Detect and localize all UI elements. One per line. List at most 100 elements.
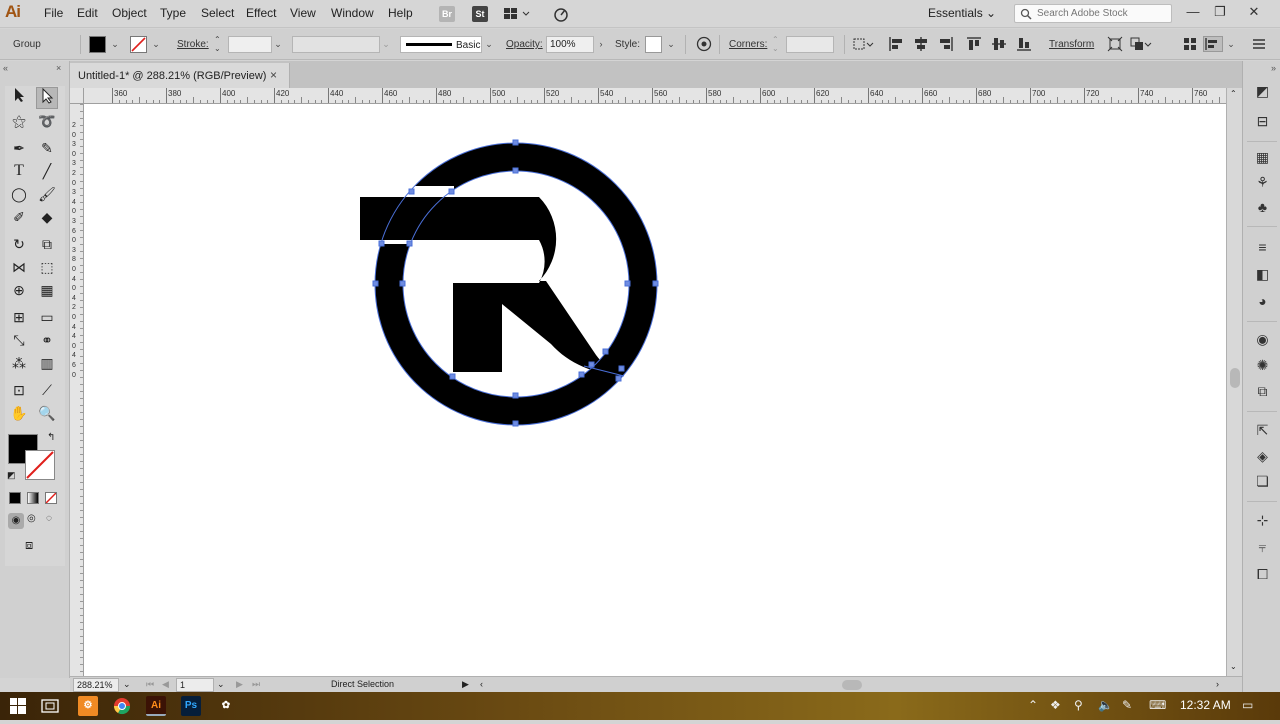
menu-window[interactable]: Window <box>331 6 374 20</box>
fill-dropdown[interactable]: ⌄ <box>109 36 121 53</box>
column-graph-tool-icon[interactable]: ▥ <box>36 352 58 374</box>
vertical-scroll-thumb[interactable] <box>1230 368 1240 388</box>
previous-artboard-icon[interactable]: ◀ <box>162 679 169 690</box>
document-tab[interactable]: Untitled-1* @ 288.21% (RGB/Preview) × <box>70 63 290 88</box>
stroke-stepper[interactable]: ⌃⌄ <box>214 35 221 53</box>
stroke-panel-icon[interactable]: ≡ <box>1254 239 1271 256</box>
artboard-canvas[interactable] <box>84 104 1226 676</box>
shaper-tool-icon[interactable]: ✐ <box>8 206 30 228</box>
perspective-grid-tool-icon[interactable]: ▦ <box>36 279 58 301</box>
variable-width-field[interactable] <box>292 36 380 53</box>
close-icon[interactable]: × <box>270 68 277 82</box>
recolor-artwork-icon[interactable] <box>696 36 712 52</box>
menu-type[interactable]: Type <box>160 6 186 20</box>
type-tool-icon[interactable]: T <box>8 160 30 182</box>
align-left-icon[interactable] <box>888 36 904 52</box>
fill-swatch[interactable] <box>89 36 106 53</box>
swatches-icon[interactable]: ▦ <box>1254 149 1271 166</box>
task-view-icon[interactable] <box>41 698 59 714</box>
stock-button[interactable]: St <box>472 6 488 22</box>
last-artboard-icon[interactable]: ⏭ <box>252 679 260 690</box>
direct-selection-tool-icon[interactable] <box>36 87 58 109</box>
first-artboard-icon[interactable]: ⏮ <box>146 679 154 690</box>
ruler-origin[interactable] <box>70 88 84 104</box>
brushes-icon[interactable]: ⚘ <box>1254 174 1271 191</box>
menu-edit[interactable]: Edit <box>77 6 98 20</box>
notifications-icon[interactable]: ▭ <box>1242 698 1253 712</box>
stroke-label[interactable]: Stroke: <box>177 39 209 50</box>
artboard-dropdown-icon[interactable]: ⌄ <box>217 679 225 690</box>
transform-link[interactable]: Transform <box>1049 39 1094 50</box>
minimize-button[interactable]: — <box>1183 3 1203 21</box>
artboard-number-field[interactable]: 1 <box>176 678 214 692</box>
libraries-icon[interactable]: ⊟ <box>1254 113 1271 130</box>
align-panel-icon[interactable]: ⫧ <box>1254 539 1271 556</box>
paintbrush-tool-icon[interactable]: 🖌 <box>36 183 58 205</box>
slice-tool-icon[interactable]: ⟋ <box>36 379 58 401</box>
selection-tool-icon[interactable] <box>8 87 30 109</box>
corners-stepper[interactable]: ⌃⌄ <box>772 35 779 53</box>
transform-panel-icon[interactable]: ⊹ <box>1254 512 1271 529</box>
gradient-tool-icon[interactable]: ▭ <box>36 306 58 328</box>
pen-icon[interactable]: ✎ <box>1122 698 1132 712</box>
stroke-weight-field[interactable] <box>228 36 272 53</box>
asset-export-icon[interactable]: ⧉ <box>1254 383 1271 400</box>
stroke-color-box[interactable] <box>25 450 55 480</box>
app-taskbar-icon[interactable]: ✿ <box>216 696 236 716</box>
isolate-group-icon[interactable] <box>1107 36 1123 52</box>
scroll-left-icon[interactable]: ‹ <box>480 679 483 689</box>
align-right-icon[interactable] <box>938 36 954 52</box>
properties-icon[interactable]: ◩ <box>1254 83 1271 100</box>
align-top-icon[interactable] <box>966 36 982 52</box>
show-hidden-icons[interactable]: ⌃ <box>1028 698 1038 712</box>
color-mode-icon[interactable] <box>9 492 21 504</box>
chevron-right-icon[interactable]: › <box>595 36 607 53</box>
stroke-weight-dropdown[interactable]: ⌄ <box>272 36 284 53</box>
style-dropdown[interactable]: ⌄ <box>665 36 677 53</box>
brush-dropdown[interactable]: ⌄ <box>483 36 495 53</box>
shape-builder-tool-icon[interactable]: ⊕ <box>8 279 30 301</box>
menu-select[interactable]: Select <box>201 6 234 20</box>
default-colors-icon[interactable]: ◩ <box>7 470 16 481</box>
panel-menu-icon[interactable]: × <box>56 63 61 73</box>
menu-effect[interactable]: Effect <box>246 6 276 20</box>
search-input[interactable] <box>1037 6 1167 21</box>
scale-tool-icon[interactable]: ⧉ <box>36 233 58 255</box>
mesh-tool-icon[interactable]: ⊞ <box>8 306 30 328</box>
illustrator-taskbar-icon[interactable]: Ai <box>146 696 166 716</box>
zoom-dropdown-icon[interactable]: ⌄ <box>123 679 131 690</box>
windows-start-icon[interactable] <box>10 698 26 714</box>
menu-view[interactable]: View <box>290 6 316 20</box>
vertical-ruler[interactable]: 203032034036038040420440460 <box>70 104 84 676</box>
line-tool-icon[interactable]: ╱ <box>36 160 58 182</box>
keyboard-icon[interactable]: ⌨ <box>1149 698 1166 712</box>
menu-object[interactable]: Object <box>112 6 147 20</box>
width-tool-icon[interactable]: ⋈ <box>8 256 30 278</box>
bridge-button[interactable]: Br <box>439 6 455 22</box>
dropbox-icon[interactable]: ❖ <box>1050 698 1061 712</box>
none-mode-icon[interactable] <box>45 492 57 504</box>
pathfinder-icon[interactable]: ⧠ <box>1254 566 1271 583</box>
expand-panels-icon[interactable]: » <box>1271 63 1276 73</box>
graphic-styles-icon[interactable]: ✺ <box>1254 357 1271 374</box>
photoshop-taskbar-icon[interactable]: Ps <box>181 696 201 716</box>
blend-tool-icon[interactable]: ⚭ <box>36 329 58 351</box>
hand-tool-icon[interactable]: ✋ <box>8 402 30 424</box>
ellipse-tool-icon[interactable]: ◯ <box>8 183 30 205</box>
artboards-icon[interactable]: ❏ <box>1254 473 1271 490</box>
horizontal-ruler[interactable]: 3603804004204404604805005205405605806006… <box>84 88 1226 104</box>
volume-icon[interactable]: 🔈 <box>1098 698 1113 712</box>
horizontal-scroll-thumb[interactable] <box>842 680 862 690</box>
taskbar-clock[interactable]: 12:32 AM <box>1180 698 1231 712</box>
lasso-tool-icon[interactable]: ➰ <box>36 110 58 132</box>
opacity-label[interactable]: Opacity: <box>506 39 543 50</box>
distribute-icon[interactable] <box>1182 36 1198 52</box>
draw-behind-icon[interactable]: ◎ <box>27 513 36 524</box>
stock-search[interactable] <box>1014 4 1172 23</box>
select-similar-icon[interactable] <box>1130 36 1146 52</box>
swap-colors-icon[interactable]: ↰ <box>47 432 55 443</box>
export-icon[interactable]: ⇱ <box>1254 422 1271 439</box>
transparency-icon[interactable]: ◕ <box>1254 293 1271 310</box>
gradient-panel-icon[interactable]: ◧ <box>1254 266 1271 283</box>
control-menu-icon[interactable]: ⌄ <box>1225 36 1237 53</box>
